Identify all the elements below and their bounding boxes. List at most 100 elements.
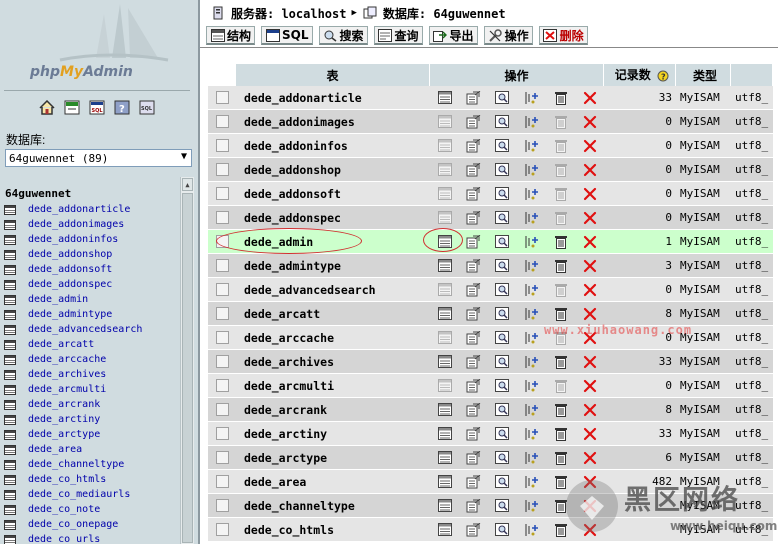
sql-docs-icon[interactable]: SQL <box>138 99 156 116</box>
structure-icon[interactable] <box>466 498 482 514</box>
structure-icon[interactable] <box>466 426 482 442</box>
structure-icon[interactable] <box>466 522 482 538</box>
table-name-cell[interactable]: dede_archives <box>236 350 430 374</box>
current-database-link[interactable]: 64guwennet <box>5 187 71 200</box>
sidebar-table-item[interactable]: dede_co_urls <box>4 532 180 544</box>
drop-table-icon[interactable] <box>582 258 598 274</box>
sidebar-table-item[interactable]: dede_arctype <box>4 427 180 442</box>
table-name-cell[interactable]: dede_arcmulti <box>236 374 430 398</box>
table-icon[interactable] <box>4 234 16 245</box>
table-name[interactable]: dede_arctype <box>244 451 327 465</box>
scrollbar[interactable]: ▲ <box>180 177 194 544</box>
table-row[interactable]: dede_arcmulti 0 MyISAM utf8_ <box>208 374 773 398</box>
search-icon[interactable] <box>495 354 511 370</box>
empty-table-icon[interactable] <box>553 186 569 202</box>
table-name-cell[interactable]: dede_arccache <box>236 326 430 350</box>
insert-icon[interactable] <box>524 474 540 490</box>
tab-sql[interactable]: SQL <box>261 26 313 45</box>
phpmyadmin-logo[interactable]: phpMyAdmin <box>0 0 198 90</box>
sidebar-table-link[interactable]: dede_co_htmls <box>28 474 106 485</box>
structure-icon[interactable] <box>466 402 482 418</box>
table-name[interactable]: dede_advancedsearch <box>244 283 376 297</box>
browse-icon[interactable] <box>437 162 453 178</box>
empty-table-icon[interactable] <box>553 138 569 154</box>
sidebar-table-item[interactable]: dede_co_note <box>4 502 180 517</box>
table-row[interactable]: dede_addonimages 0 MyISAM utf8_ <box>208 110 773 134</box>
structure-icon[interactable] <box>466 114 482 130</box>
structure-icon[interactable] <box>466 378 482 394</box>
search-icon[interactable] <box>495 138 511 154</box>
header-records[interactable]: 记录数 ? <box>604 64 676 86</box>
table-icon[interactable] <box>4 504 16 515</box>
search-icon[interactable] <box>495 186 511 202</box>
insert-icon[interactable] <box>524 498 540 514</box>
table-icon[interactable] <box>4 294 16 305</box>
sidebar-table-item[interactable]: dede_co_mediaurls <box>4 487 180 502</box>
insert-icon[interactable] <box>524 522 540 538</box>
empty-table-icon[interactable] <box>553 282 569 298</box>
table-icon[interactable] <box>4 354 16 365</box>
header-type[interactable]: 类型 <box>676 64 731 86</box>
scrollbar-thumb[interactable] <box>182 193 193 543</box>
table-name[interactable]: dede_admintype <box>244 259 341 273</box>
sidebar-table-item[interactable]: dede_addonsoft <box>4 262 180 277</box>
table-name-cell[interactable]: dede_addonspec <box>236 206 430 230</box>
sidebar-table-link[interactable]: dede_admintype <box>28 309 112 320</box>
browse-icon[interactable] <box>437 522 453 538</box>
table-name[interactable]: dede_arcmulti <box>244 379 334 393</box>
table-name[interactable]: dede_addonspec <box>244 211 341 225</box>
table-icon[interactable] <box>4 339 16 350</box>
drop-table-icon[interactable] <box>582 402 598 418</box>
tab-delete[interactable]: 删除 <box>538 26 588 45</box>
browse-icon[interactable] <box>437 90 453 106</box>
empty-table-icon[interactable] <box>553 258 569 274</box>
tab-operations[interactable]: 操作 <box>483 26 533 45</box>
table-icon[interactable] <box>4 399 16 410</box>
drop-table-icon[interactable] <box>582 114 598 130</box>
search-icon[interactable] <box>495 378 511 394</box>
structure-icon[interactable] <box>466 186 482 202</box>
empty-table-icon[interactable] <box>553 90 569 106</box>
table-row[interactable]: dede_addonsoft 0 MyISAM utf8_ <box>208 182 773 206</box>
browse-icon[interactable] <box>437 306 453 322</box>
search-icon[interactable] <box>495 90 511 106</box>
browse-icon[interactable] <box>437 114 453 130</box>
table-name[interactable]: dede_arcatt <box>244 307 320 321</box>
table-icon[interactable] <box>4 264 16 275</box>
table-icon[interactable] <box>4 309 16 320</box>
sidebar-table-link[interactable]: dede_arctiny <box>28 414 100 425</box>
sidebar-table-link[interactable]: dede_arccache <box>28 354 106 365</box>
sidebar-table-item[interactable]: dede_archives <box>4 367 180 382</box>
sidebar-table-link[interactable]: dede_addoninfos <box>28 234 118 245</box>
search-icon[interactable] <box>495 210 511 226</box>
empty-table-icon[interactable] <box>553 306 569 322</box>
drop-table-icon[interactable] <box>582 90 598 106</box>
table-icon[interactable] <box>4 219 16 230</box>
sidebar-table-item[interactable]: dede_arcmulti <box>4 382 180 397</box>
empty-table-icon[interactable] <box>553 234 569 250</box>
sidebar-table-link[interactable]: dede_archives <box>28 369 106 380</box>
browse-icon[interactable] <box>437 498 453 514</box>
tab-structure[interactable]: 结构 <box>206 26 256 45</box>
table-name[interactable]: dede_addonshop <box>244 163 341 177</box>
table-row[interactable]: dede_addonspec 0 MyISAM utf8_ <box>208 206 773 230</box>
table-name-cell[interactable]: dede_addonimages <box>236 110 430 134</box>
insert-icon[interactable] <box>524 330 540 346</box>
row-checkbox[interactable] <box>215 139 229 153</box>
table-icon[interactable] <box>4 369 16 380</box>
search-icon[interactable] <box>495 330 511 346</box>
table-row[interactable]: dede_archives 33 MyISAM utf8_ <box>208 350 773 374</box>
table-icon[interactable] <box>4 204 16 215</box>
table-name-cell[interactable]: dede_addonsoft <box>236 182 430 206</box>
chevron-down-icon[interactable]: ▼ <box>181 151 187 162</box>
sidebar-table-link[interactable]: dede_co_urls <box>28 534 100 544</box>
breadcrumb-database[interactable]: 数据库: 64guwennet <box>383 5 506 22</box>
insert-icon[interactable] <box>524 138 540 154</box>
sidebar-table-link[interactable]: dede_arcatt <box>28 339 94 350</box>
table-name[interactable]: dede_arctiny <box>244 427 327 441</box>
table-row[interactable]: dede_addoninfos 0 MyISAM utf8_ <box>208 134 773 158</box>
structure-icon[interactable] <box>466 234 482 250</box>
table-name[interactable]: dede_archives <box>244 355 334 369</box>
table-icon[interactable] <box>4 534 16 544</box>
insert-icon[interactable] <box>524 258 540 274</box>
